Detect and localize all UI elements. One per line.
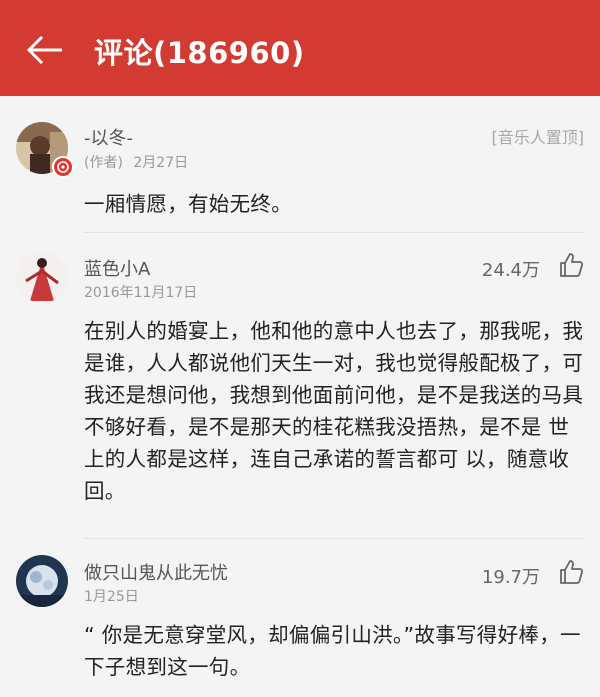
arrow-left-icon	[26, 35, 62, 65]
like-button[interactable]	[558, 559, 584, 585]
page-title: 评论(186960)	[94, 36, 305, 70]
author-role: (作者)	[84, 155, 123, 171]
avatar[interactable]	[16, 555, 68, 607]
thumbs-up-icon	[560, 253, 584, 277]
comment-meta: (作者) 2月27日	[84, 152, 188, 172]
comment-item-2: 蓝色小A 2016年11月17日 24.4万 在别人的婚宴上，他和他的意中人也去…	[0, 233, 600, 538]
back-button[interactable]	[22, 28, 66, 72]
pinned-label: [音乐人置顶]	[491, 128, 585, 147]
thumbs-up-icon	[560, 560, 584, 584]
verified-badge-icon	[52, 156, 74, 178]
comment-author[interactable]: -以冬-	[84, 124, 133, 150]
comment-date: 1月25日	[84, 589, 139, 605]
comment-author[interactable]: 蓝色小A	[84, 255, 150, 281]
comment-text: 一厢情愿，有始无终。	[84, 192, 292, 216]
avatar[interactable]	[16, 251, 68, 303]
like-count: 19.7万	[481, 567, 540, 588]
like-button[interactable]	[558, 252, 584, 278]
app-header: 评论(186960)	[0, 0, 600, 96]
comment-text: “ 你是无意穿堂风，却偏偏引山洪。”故事写得好棒，一下子想到这一句。	[84, 623, 581, 679]
comment-author[interactable]: 做只山鬼从此无忧	[84, 559, 228, 585]
comment-item-3: 做只山鬼从此无忧 1月25日 19.7万 “ 你是无意穿堂风，却偏偏引山洪。”故…	[0, 539, 600, 697]
comment-date: 2016年11月17日	[84, 285, 198, 301]
comment-text: 在别人的婚宴上，他和他的意中人也去了，那我呢，我是谁，人人都说他们天生一对，我也…	[84, 319, 584, 503]
comment-item-1: -以冬- (作者) 2月27日 [音乐人置顶] 一厢情愿，有始无终。	[0, 96, 600, 232]
like-count: 24.4万	[481, 260, 540, 281]
comment-date: 2月27日	[133, 155, 189, 171]
